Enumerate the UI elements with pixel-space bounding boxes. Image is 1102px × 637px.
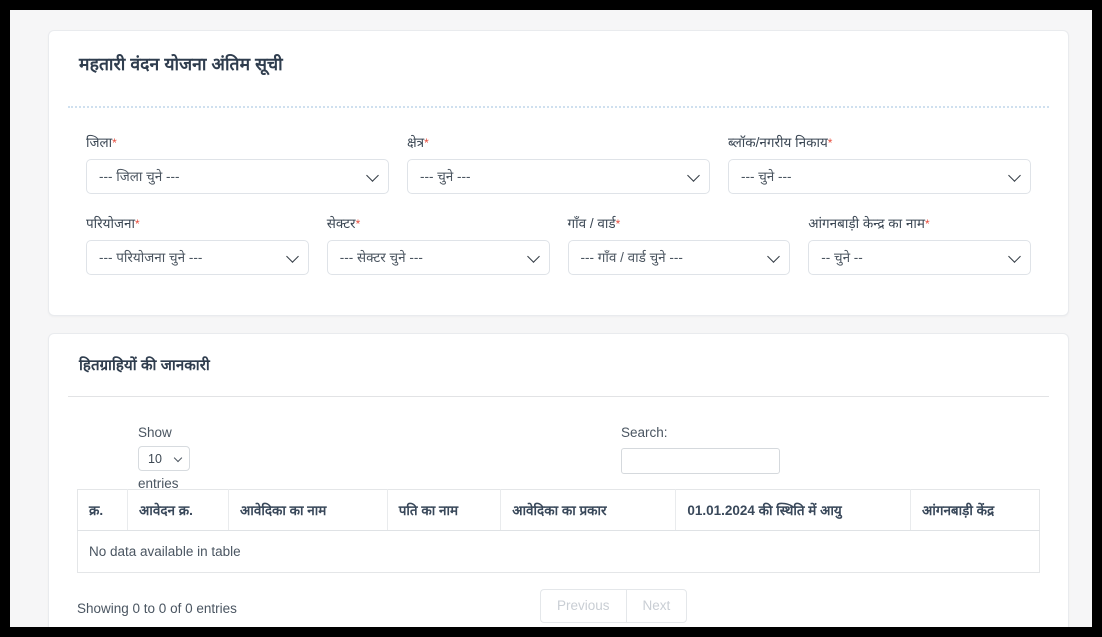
select-block-urban-body[interactable]: --- चुने --- [727, 158, 1031, 194]
select-village-ward[interactable]: --- गाँव / वार्ड चुने --- [567, 239, 791, 275]
field-area: क्षेत्र* --- चुने --- [398, 135, 719, 194]
chevron-down-icon [285, 250, 299, 263]
select-district-value: --- जिला चुने --- [99, 169, 180, 185]
label-project: परियोजना* [86, 216, 309, 233]
length-menu: Show 10 entries [138, 423, 190, 494]
field-village-ward: गाँव / वार्ड* --- गाँव / वार्ड चुने --- [559, 216, 800, 275]
table-body: No data available in table [78, 530, 1040, 572]
page-viewport: महतारी वंदन योजना अंतिम सूची जिला* --- ज… [10, 10, 1092, 627]
show-label: Show [138, 424, 172, 440]
chevron-down-icon [366, 169, 379, 182]
label-block-urban-body: ब्लॉक/नगरीय निकाय* [728, 135, 1031, 152]
beneficiary-section-title: हितग्राहियों की जानकारी [79, 357, 210, 374]
filter-card: महतारी वंदन योजना अंतिम सूची जिला* --- ज… [48, 30, 1069, 316]
label-block-urban-body-text: ब्लॉक/नगरीय निकाय [727, 134, 828, 150]
select-area[interactable]: --- चुने --- [406, 158, 710, 194]
title-divider [68, 105, 1049, 108]
required-marker: * [355, 216, 361, 231]
field-district: जिला* --- जिला चुने --- [77, 135, 398, 194]
chevron-down-icon [1008, 169, 1021, 182]
label-village-ward: गाँव / वार्ड* [568, 216, 791, 233]
column-header-application-no[interactable]: आवेदन क्र. [127, 489, 230, 531]
chevron-down-icon [526, 250, 540, 263]
chevron-down-icon [173, 453, 183, 462]
column-header-anganwadi[interactable]: आंगनबाड़ी केंद्र [910, 489, 1040, 531]
label-anganwadi-center: आंगनबाड़ी केन्द्र का नाम* [808, 216, 1031, 233]
select-district[interactable]: --- जिला चुने --- [86, 158, 389, 194]
datatable-footer: Showing 0 to 0 of 0 entries Previous Nex… [68, 588, 1049, 628]
label-project-text: परियोजना [86, 215, 136, 231]
label-sector-text: सेक्टर [326, 215, 356, 231]
next-page-button[interactable]: Next [625, 588, 688, 623]
required-marker: * [135, 216, 140, 231]
chevron-down-icon [767, 250, 781, 263]
table-empty-row: No data available in table [78, 530, 1040, 572]
empty-message: No data available in table [89, 543, 241, 559]
field-anganwadi-center: आंगनबाड़ी केन्द्र का नाम* -- चुने -- [799, 216, 1040, 275]
entries-label: entries [138, 476, 179, 492]
label-anganwadi-center-text: आंगनबाड़ी केन्द्र का नाम [808, 215, 925, 231]
required-marker: * [615, 216, 621, 231]
column-header-husband-name[interactable]: पति का नाम [387, 489, 502, 531]
previous-page-button[interactable]: Previous [540, 588, 626, 623]
table-header-row: क्र. आवेदन क्र. आवेदिका का नाम पति का ना… [77, 489, 1040, 531]
filter-row-1: जिला* --- जिला चुने --- क्षेत्र* --- चुन… [68, 135, 1049, 194]
select-project-value: --- परियोजना चुने --- [99, 250, 203, 265]
select-area-value: --- चुने --- [419, 169, 471, 185]
entries-per-page-value: 10 [148, 451, 162, 466]
search-filter: Search: [621, 423, 780, 475]
select-sector-value: --- सेक्टर चुने --- [339, 250, 423, 265]
required-marker: * [424, 135, 429, 150]
field-block-urban-body: ब्लॉक/नगरीय निकाय* --- चुने --- [719, 135, 1040, 194]
beneficiary-card: हितग्राहियों की जानकारी Show 10 entries … [48, 333, 1069, 627]
required-marker: * [112, 135, 117, 150]
select-block-urban-body-value: --- चुने --- [740, 169, 792, 185]
select-village-ward-value: --- गाँव / वार्ड चुने --- [580, 250, 683, 265]
select-anganwadi-center-value: -- चुने -- [821, 250, 863, 265]
pagination: Previous Next [540, 588, 688, 623]
label-area: क्षेत्र* [407, 135, 710, 152]
entries-per-page-select[interactable]: 10 [138, 446, 190, 472]
search-input[interactable] [621, 448, 780, 475]
chevron-down-icon [687, 169, 700, 182]
label-sector: सेक्टर* [327, 216, 550, 233]
select-project[interactable]: --- परियोजना चुने --- [86, 239, 309, 275]
beneficiary-table: क्र. आवेदन क्र. आवेदिका का नाम पति का ना… [77, 488, 1040, 573]
datatable-controls: Show 10 entries Search: [68, 423, 1049, 491]
chevron-down-icon [1008, 250, 1021, 263]
select-anganwadi-center[interactable]: -- चुने -- [808, 239, 1031, 275]
field-sector: सेक्टर* --- सेक्टर चुने --- [318, 216, 559, 275]
select-sector[interactable]: --- सेक्टर चुने --- [326, 239, 550, 275]
required-marker: * [924, 216, 930, 231]
column-header-applicant-type[interactable]: आवेदिका का प्रकार [500, 489, 677, 531]
label-district: जिला* [86, 135, 389, 152]
section-divider [68, 395, 1049, 397]
required-marker: * [827, 135, 833, 150]
column-header-applicant-name[interactable]: आवेदिका का नाम [228, 489, 388, 531]
page-title: महतारी वंदन योजना अंतिम सूची [79, 54, 283, 74]
label-village-ward-text: गाँव / वार्ड [567, 215, 616, 231]
column-header-serial[interactable]: क्र. [77, 489, 129, 531]
search-label: Search: [621, 424, 668, 440]
filter-row-2: परियोजना* --- परियोजना चुने --- सेक्टर* … [68, 216, 1049, 275]
entries-info: Showing 0 to 0 of 0 entries [77, 601, 237, 616]
table-container: क्र. आवेदन क्र. आवेदिका का नाम पति का ना… [68, 488, 1049, 573]
field-project: परियोजना* --- परियोजना चुने --- [77, 216, 318, 275]
label-district-text: जिला [86, 134, 113, 150]
label-area-text: क्षेत्र [406, 134, 425, 150]
column-header-age[interactable]: 01.01.2024 की स्थिति में आयु [675, 489, 912, 531]
